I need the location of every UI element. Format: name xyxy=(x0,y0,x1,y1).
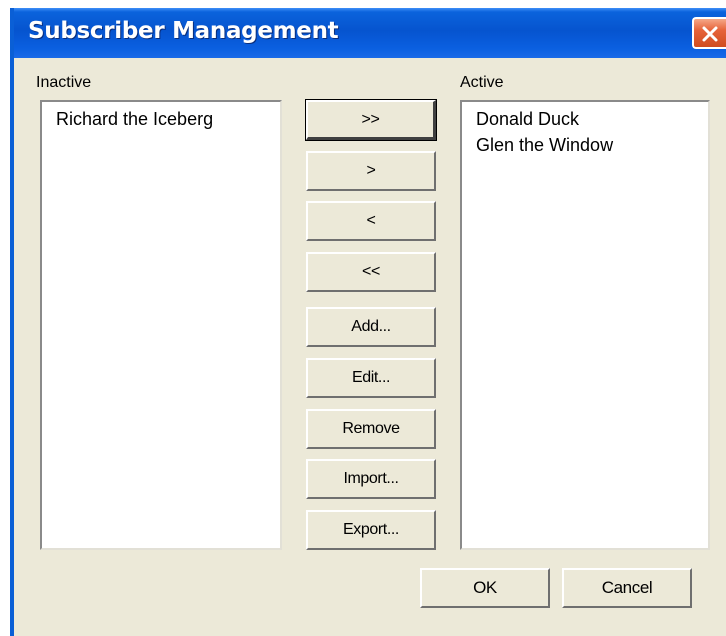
remove-button[interactable]: Remove xyxy=(306,409,436,449)
move-left-button[interactable]: < xyxy=(306,201,436,241)
title-bar[interactable]: Subscriber Management xyxy=(14,8,726,58)
ok-button[interactable]: OK xyxy=(420,568,550,608)
inactive-listbox[interactable]: Richard the Iceberg xyxy=(40,100,282,550)
import-button[interactable]: Import... xyxy=(306,459,436,499)
cancel-button[interactable]: Cancel xyxy=(562,568,692,608)
add-button[interactable]: Add... xyxy=(306,307,436,347)
list-item[interactable]: Glen the Window xyxy=(462,132,708,158)
list-item[interactable]: Donald Duck xyxy=(462,106,708,132)
export-button[interactable]: Export... xyxy=(306,510,436,550)
move-all-right-button[interactable]: >> xyxy=(305,99,437,141)
close-icon xyxy=(702,26,718,42)
active-label: Active xyxy=(460,74,504,91)
active-listbox[interactable]: Donald Duck Glen the Window xyxy=(460,100,710,550)
subscriber-management-dialog: Subscriber Management Inactive Richard t… xyxy=(10,8,726,636)
list-item[interactable]: Richard the Iceberg xyxy=(42,106,280,132)
close-button[interactable] xyxy=(692,17,726,49)
move-all-left-button[interactable]: << xyxy=(306,252,436,292)
window-title: Subscriber Management xyxy=(28,18,339,44)
inactive-label: Inactive xyxy=(36,74,92,91)
move-right-button[interactable]: > xyxy=(306,151,436,191)
edit-button[interactable]: Edit... xyxy=(306,358,436,398)
